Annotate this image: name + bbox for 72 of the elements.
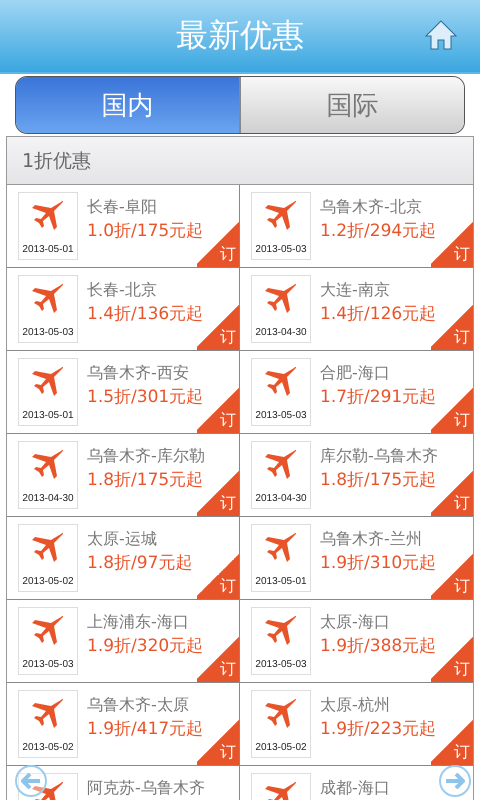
deal-card[interactable]: 2013-05-03 乌鲁木齐-北京 1.2折/294元起 订 — [240, 185, 473, 268]
section-title: 1折优惠 — [22, 148, 92, 174]
airplane-icon — [31, 448, 65, 482]
deal-card[interactable]: 2013-05-01 乌鲁木齐-西安 1.5折/301元起 订 — [7, 351, 240, 434]
route-text: 合肥-海口 — [320, 363, 391, 384]
route-text: 上海浦东-海口 — [87, 612, 190, 633]
deal-card[interactable]: 阿克苏-乌鲁木齐 — [7, 766, 240, 800]
deal-card[interactable]: 2013-04-30 库尔勒-乌鲁木齐 1.8折/175元起 订 — [240, 434, 473, 517]
page-title: 最新优惠 — [176, 15, 304, 56]
next-button[interactable] — [439, 765, 471, 797]
right-arrow-icon — [445, 773, 465, 789]
deal-date: 2013-04-30 — [22, 493, 74, 504]
route-text: 长春-阜阳 — [87, 197, 158, 218]
deal-card[interactable]: 2013-05-02 乌鲁木齐-太原 1.9折/417元起 订 — [7, 683, 240, 766]
deal-date: 2013-05-01 — [255, 576, 307, 587]
deal-date: 2013-05-02 — [255, 742, 307, 753]
route-text: 乌鲁木齐-太原 — [87, 695, 190, 716]
deal-date: 2013-05-03 — [22, 659, 74, 670]
route-text: 太原-运城 — [87, 529, 158, 550]
previous-button[interactable] — [15, 765, 47, 797]
route-text: 库尔勒-乌鲁木齐 — [320, 446, 438, 467]
deal-card[interactable]: 2013-05-03 长春-北京 1.4折/136元起 订 — [7, 268, 240, 351]
deal-card[interactable]: 2013-05-01 乌鲁木齐-兰州 1.9折/310元起 订 — [240, 517, 473, 600]
route-text: 乌鲁木齐-西安 — [87, 363, 190, 384]
airplane-icon — [264, 365, 298, 399]
home-icon — [424, 18, 458, 52]
deal-date: 2013-05-01 — [22, 410, 74, 421]
route-text: 太原-杭州 — [320, 695, 391, 716]
home-button[interactable] — [424, 18, 458, 52]
deal-date: 2013-05-01 — [22, 244, 74, 255]
deal-card[interactable]: 成都-海口 — [240, 766, 473, 800]
book-corner-button[interactable]: 订 — [197, 551, 239, 599]
deal-date: 2013-05-02 — [22, 742, 74, 753]
airplane-icon — [31, 614, 65, 648]
airplane-icon — [264, 614, 298, 648]
airplane-icon — [264, 282, 298, 316]
route-text: 大连-南京 — [320, 280, 391, 301]
route-text: 太原-海口 — [320, 612, 391, 633]
airplane-icon — [31, 531, 65, 565]
left-arrow-icon — [21, 773, 41, 789]
airplane-icon — [264, 448, 298, 482]
airplane-icon — [264, 199, 298, 233]
deal-date: 2013-04-30 — [255, 327, 307, 338]
deal-date: 2013-04-30 — [255, 493, 307, 504]
deal-date: 2013-05-03 — [255, 659, 307, 670]
route-text: 成都-海口 — [320, 778, 390, 799]
route-text: 乌鲁木齐-库尔勒 — [87, 446, 205, 467]
deal-date: 2013-05-02 — [22, 576, 74, 587]
airplane-icon — [31, 365, 65, 399]
deal-card[interactable]: 2013-05-03 上海浦东-海口 1.9折/320元起 订 — [7, 600, 240, 683]
route-text: 阿克苏-乌鲁木齐 — [87, 778, 205, 799]
deal-card[interactable]: 2013-05-02 太原-杭州 1.9折/223元起 订 — [240, 683, 473, 766]
airplane-icon — [31, 282, 65, 316]
deal-card[interactable]: 2013-05-03 合肥-海口 1.7折/291元起 订 — [240, 351, 473, 434]
tab[interactable]: 国际 — [241, 77, 464, 133]
airplane-icon — [264, 531, 298, 565]
deal-card[interactable]: 2013-05-02 太原-运城 1.8折/97元起 订 — [7, 517, 240, 600]
route-text: 乌鲁木齐-北京 — [320, 197, 423, 218]
deal-card[interactable]: 2013-05-01 长春-阜阳 1.0折/175元起 订 — [7, 185, 240, 268]
deal-card[interactable]: 2013-04-30 大连-南京 1.4折/126元起 订 — [240, 268, 473, 351]
deal-date: 2013-05-03 — [255, 410, 307, 421]
deal-card[interactable]: 2013-04-30 乌鲁木齐-库尔勒 1.8折/175元起 订 — [7, 434, 240, 517]
price-text: 1.8折/97元起 — [87, 552, 192, 574]
deal-date: 2013-05-03 — [22, 327, 74, 338]
deal-card[interactable]: 2013-05-03 太原-海口 1.9折/388元起 订 — [240, 600, 473, 683]
airplane-icon — [31, 697, 65, 731]
tab[interactable]: 国内 — [16, 77, 241, 133]
route-text: 长春-北京 — [87, 280, 158, 301]
airplane-icon — [31, 199, 65, 233]
deal-date: 2013-05-03 — [255, 244, 307, 255]
airplane-icon — [264, 697, 298, 731]
route-text: 乌鲁木齐-兰州 — [320, 529, 423, 550]
